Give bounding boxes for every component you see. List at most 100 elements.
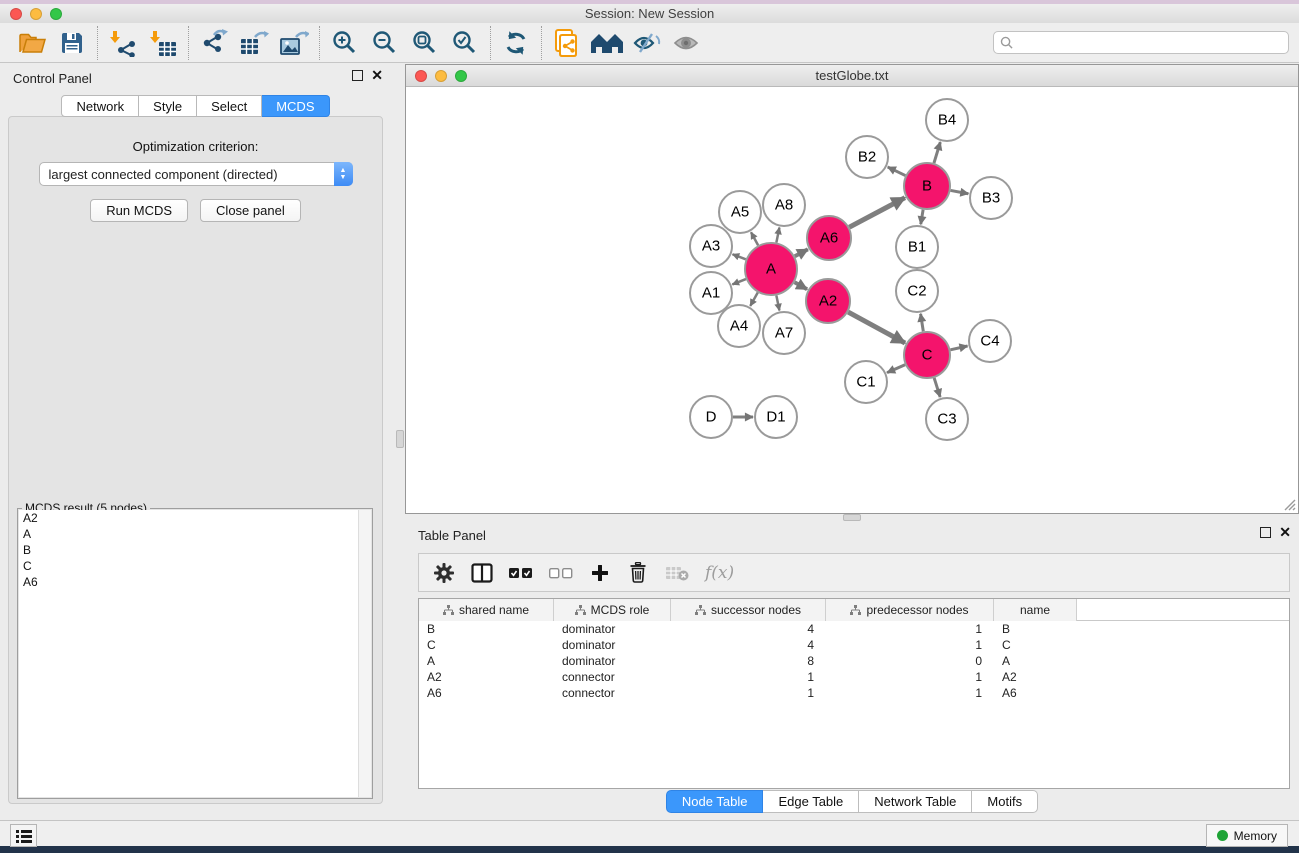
edge-A-A2[interactable] — [795, 282, 808, 289]
edge-A-A8[interactable] — [776, 228, 779, 243]
table-tab-edge-table[interactable]: Edge Table — [763, 790, 859, 813]
table-tab-network-table[interactable]: Network Table — [859, 790, 972, 813]
table-settings-gear-icon[interactable] — [433, 561, 455, 585]
search-field[interactable] — [993, 31, 1289, 54]
mcds-result-item[interactable]: A6 — [19, 574, 371, 590]
control-tab-style[interactable]: Style — [139, 95, 197, 117]
graph-node-D[interactable]: D — [690, 396, 732, 438]
graph-node-A4[interactable]: A4 — [718, 305, 760, 347]
zoom-window-button[interactable] — [50, 8, 62, 20]
graph-node-A5[interactable]: A5 — [719, 191, 761, 233]
graph-node-A7[interactable]: A7 — [763, 312, 805, 354]
minimize-window-button[interactable] — [30, 8, 42, 20]
close-panel-button[interactable]: Close panel — [200, 199, 301, 222]
table-tab-node-table[interactable]: Node Table — [666, 790, 764, 813]
float-panel-icon[interactable] — [352, 70, 363, 81]
graph-node-A6[interactable]: A6 — [807, 216, 851, 260]
network-window-titlebar[interactable]: testGlobe.txt — [406, 65, 1298, 87]
export-image-icon[interactable] — [274, 25, 314, 61]
show-graphics-icon[interactable] — [667, 25, 707, 61]
graph-node-B[interactable]: B — [904, 163, 950, 209]
export-table-icon[interactable] — [234, 25, 274, 61]
unselect-all-columns-icon[interactable] — [549, 561, 573, 585]
zoom-selected-icon[interactable] — [445, 25, 485, 61]
mcds-result-list[interactable]: A2ABCA6 — [19, 510, 371, 797]
new-network-from-selection-icon[interactable] — [547, 25, 587, 61]
network-minimize-button[interactable] — [435, 70, 447, 82]
search-input[interactable] — [1017, 36, 1282, 50]
graph-node-A2[interactable]: A2 — [806, 279, 850, 323]
edge-A-A5[interactable] — [751, 232, 758, 245]
graph-node-D1[interactable]: D1 — [755, 396, 797, 438]
edge-A6-B[interactable] — [849, 198, 905, 228]
graph-node-A1[interactable]: A1 — [690, 272, 732, 314]
control-tab-select[interactable]: Select — [197, 95, 262, 117]
column-header-MCDS-role[interactable]: MCDS role — [554, 599, 671, 621]
edge-A2-C[interactable] — [848, 312, 905, 343]
zoom-out-icon[interactable] — [365, 25, 405, 61]
select-all-columns-icon[interactable] — [509, 561, 533, 585]
import-table-icon[interactable] — [143, 25, 183, 61]
network-close-button[interactable] — [415, 70, 427, 82]
float-table-panel-icon[interactable] — [1260, 527, 1271, 538]
refresh-icon[interactable] — [496, 25, 536, 61]
network-graph[interactable]: B4 B2 B B3 A5A8A6 B1 A3 A C2 A1 A2 A4A7 C4 C C1 C3 D D1 — [406, 87, 1298, 513]
vertical-divider-handle[interactable] — [396, 430, 404, 448]
graph-node-A[interactable]: A — [745, 243, 797, 295]
delete-table-icon[interactable] — [665, 561, 689, 585]
table-row[interactable]: Cdominator41C — [419, 637, 1289, 653]
edge-B-B2[interactable] — [888, 167, 906, 176]
graph-node-C4[interactable]: C4 — [969, 320, 1011, 362]
network-zoom-button[interactable] — [455, 70, 467, 82]
edge-A-A1[interactable] — [732, 279, 746, 284]
save-session-icon[interactable] — [52, 25, 92, 61]
control-tab-mcds[interactable]: MCDS — [262, 95, 329, 117]
edge-B-B4[interactable] — [934, 142, 940, 163]
export-network-icon[interactable] — [194, 25, 234, 61]
column-header-name[interactable]: name — [994, 599, 1077, 621]
memory-button[interactable]: Memory — [1206, 824, 1288, 847]
network-canvas[interactable]: B4 B2 B B3 A5A8A6 B1 A3 A C2 A1 A2 A4A7 C4 C C1 C3 D D1 — [406, 87, 1298, 513]
table-row[interactable]: A2connector11A2 — [419, 669, 1289, 685]
add-column-icon[interactable] — [589, 561, 611, 585]
table-row[interactable]: Adominator80A — [419, 653, 1289, 669]
table-row[interactable]: A6connector11A6 — [419, 685, 1289, 701]
table-row[interactable]: Bdominator41B — [419, 621, 1289, 637]
graph-node-B4[interactable]: B4 — [926, 99, 968, 141]
mcds-result-item[interactable]: B — [19, 542, 371, 558]
zoom-in-icon[interactable] — [325, 25, 365, 61]
control-tab-network[interactable]: Network — [61, 95, 139, 117]
column-header-predecessor-nodes[interactable]: predecessor nodes — [826, 599, 994, 621]
edge-B-B1[interactable] — [921, 210, 923, 225]
graph-node-C1[interactable]: C1 — [845, 361, 887, 403]
hide-graphics-icon[interactable] — [627, 25, 667, 61]
graph-node-B3[interactable]: B3 — [970, 177, 1012, 219]
table-tab-motifs[interactable]: Motifs — [972, 790, 1038, 813]
edge-B-B3[interactable] — [951, 190, 969, 193]
graph-node-B2[interactable]: B2 — [846, 136, 888, 178]
task-history-button[interactable] — [10, 824, 37, 847]
edge-C-C4[interactable] — [950, 346, 967, 350]
mcds-result-item[interactable]: C — [19, 558, 371, 574]
mcds-result-item[interactable]: A2 — [19, 510, 371, 526]
graph-node-C3[interactable]: C3 — [926, 398, 968, 440]
node-table[interactable]: shared nameMCDS rolesuccessor nodesprede… — [418, 598, 1290, 789]
graph-node-A8[interactable]: A8 — [763, 184, 805, 226]
optimization-criterion-select[interactable]: largest connected component (directed) ▲… — [39, 162, 353, 186]
edge-A-A4[interactable] — [750, 293, 758, 306]
open-file-icon[interactable] — [12, 25, 52, 61]
close-window-button[interactable] — [10, 8, 22, 20]
graph-node-B1[interactable]: B1 — [896, 226, 938, 268]
graph-node-C[interactable]: C — [904, 332, 950, 378]
edge-A-A7[interactable] — [776, 295, 779, 310]
run-mcds-button[interactable]: Run MCDS — [90, 199, 188, 222]
graph-node-A3[interactable]: A3 — [690, 225, 732, 267]
resize-grip-icon[interactable] — [1283, 498, 1296, 511]
graph-node-C2[interactable]: C2 — [896, 270, 938, 312]
column-header-shared-name[interactable]: shared name — [419, 599, 554, 621]
close-table-panel-icon[interactable]: ✕ — [1279, 527, 1291, 538]
edge-C-C2[interactable] — [921, 314, 924, 332]
column-header-successor-nodes[interactable]: successor nodes — [671, 599, 826, 621]
edge-C-C3[interactable] — [934, 378, 940, 397]
home-icon[interactable] — [587, 25, 627, 61]
